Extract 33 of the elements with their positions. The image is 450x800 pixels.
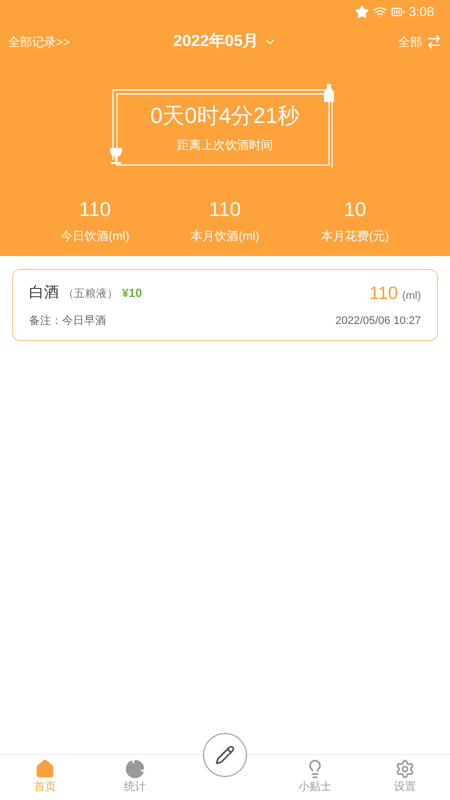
all-records-link[interactable]: 全部记录>> [8,33,118,51]
drink-price: ¥10 [122,285,142,302]
nav-tab[interactable]: 小贴士 [270,755,360,800]
pencil-icon [215,745,235,765]
status-time: 3:08 [408,3,434,22]
elapsed-caption: 距离上次饮酒时间 [177,136,273,154]
drink-name: 白酒 [29,283,59,304]
record-note: 备注：今日早酒 [29,314,106,329]
stat-label: 本月饮酒(ml) [190,228,260,245]
home-icon [35,759,55,780]
stat-label: 本月花费(元) [321,228,389,245]
battery-icon [390,5,405,19]
stat-value: 10 [344,198,366,222]
elapsed-time: 0天0时4分21秒 [150,102,300,130]
add-record-button[interactable] [203,733,247,777]
pie-chart-icon [125,759,145,780]
drink-brand: （五粮液） [63,286,118,302]
stat-value: 110 [209,198,241,222]
stat-label: 今日饮酒(ml) [60,228,130,245]
stat-value: 110 [79,198,111,222]
amount-unit: (ml) [402,289,421,304]
swap-icon [426,34,442,50]
settings-icon [395,759,415,780]
star-icon [354,5,369,19]
nav-tab[interactable]: 统计 [90,755,180,800]
wifi-icon [372,5,387,19]
nav-tab[interactable]: 设置 [360,755,450,800]
record-card[interactable]: 白酒 （五粮液） ¥10 110 (ml) 备注：今日早酒 2022/05/06 10:27 [12,269,438,340]
drink-amount: 110 [369,282,398,305]
nav-tab[interactable]: 首页 [0,755,90,800]
filter-button[interactable]: 全部 [332,33,442,51]
record-time: 2022/05/06 10:27 [335,314,421,329]
month-selector[interactable]: 2022年05月 [173,30,277,54]
